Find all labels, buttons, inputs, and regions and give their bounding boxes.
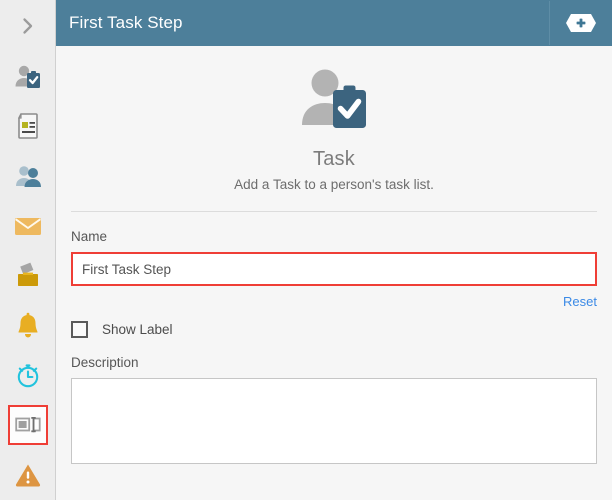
chevron-right-icon: [10, 8, 46, 44]
sidebar-item-warning[interactable]: [0, 450, 56, 500]
sidebar-item-notifications[interactable]: [0, 301, 56, 351]
show-label-text: Show Label: [102, 322, 173, 337]
envelope-mail-icon: [10, 208, 46, 244]
reset-row: Reset: [71, 293, 597, 311]
description-textarea[interactable]: [71, 378, 597, 464]
reset-link[interactable]: Reset: [563, 294, 597, 309]
content-column: First Task Step Task Add a Task to a per…: [56, 0, 612, 500]
name-field-label: Name: [71, 229, 108, 244]
name-input[interactable]: [71, 252, 597, 286]
page-title: First Task Step: [69, 13, 183, 32]
show-label-row[interactable]: Show Label: [71, 321, 597, 338]
form-area: Name Reset Show Label Description: [56, 229, 612, 464]
sidebar-item-people[interactable]: [0, 151, 56, 201]
two-people-icon: [10, 158, 46, 194]
show-label-checkbox[interactable]: [71, 321, 88, 338]
sidebar: [0, 0, 56, 500]
hero-section: Task Add a Task to a person's task list.: [56, 46, 612, 192]
document-form-icon: [10, 108, 46, 144]
sidebar-item-ballot-box[interactable]: [0, 251, 56, 301]
sidebar-collapse-button[interactable]: [0, 0, 56, 52]
form-panel-icon: [7, 405, 48, 446]
app-window: First Task Step Task Add a Task to a per…: [0, 0, 612, 500]
person-task-clipboard-icon: [10, 59, 46, 95]
hero-title: Task: [313, 148, 355, 170]
sidebar-item-timer[interactable]: [0, 351, 56, 401]
sidebar-item-person-task[interactable]: [0, 52, 56, 102]
stopwatch-timer-icon: [10, 357, 46, 393]
section-divider: [71, 211, 597, 212]
plus-badge-icon: [566, 14, 596, 32]
bell-notification-icon: [10, 308, 46, 344]
description-field-label: Description: [71, 355, 139, 370]
main-panel: Task Add a Task to a person's task list.…: [56, 46, 612, 500]
add-button[interactable]: [550, 0, 612, 46]
hero-subtitle: Add a Task to a person's task list.: [234, 177, 434, 192]
sidebar-item-document-form[interactable]: [0, 102, 56, 152]
warning-triangle-icon: [10, 457, 46, 493]
task-hero-icon: [56, 60, 612, 138]
ballot-box-icon: [10, 258, 46, 294]
page-header: First Task Step: [56, 0, 612, 46]
sidebar-item-form-panel[interactable]: [0, 400, 56, 450]
sidebar-item-mail[interactable]: [0, 201, 56, 251]
